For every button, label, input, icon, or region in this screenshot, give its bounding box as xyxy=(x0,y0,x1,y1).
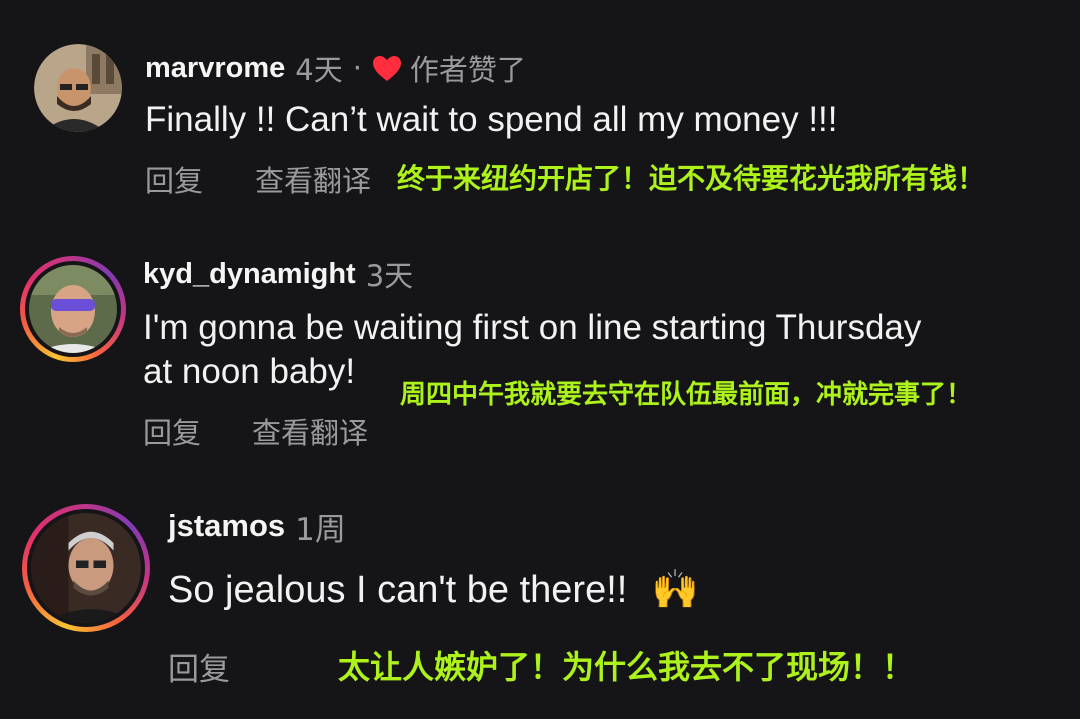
comment-text-line: I'm gonna be waiting first on line start… xyxy=(143,308,922,347)
liked-by-author-label: 作者赞了 xyxy=(409,53,526,87)
timestamp: 3天 xyxy=(365,259,414,293)
avatar[interactable] xyxy=(34,44,122,132)
timestamp: 4天 xyxy=(295,53,343,87)
story-ring xyxy=(27,509,145,627)
avatar-photo xyxy=(31,513,141,623)
username[interactable]: kyd_dynamight xyxy=(143,258,356,291)
comment-header: marvrome 4天 · 作者赞了 xyxy=(145,50,526,87)
comment-text: So jealous I can't be there!! 🙌 xyxy=(168,568,699,612)
see-translation-button[interactable]: 查看翻译 xyxy=(255,158,371,200)
overlay-translation: 太让人嫉妒了！为什么我去不了现场！！ xyxy=(338,648,915,686)
comment-text-line: Finally !! Can’t wait to spend all my mo… xyxy=(145,100,838,139)
overlay-translation: 终于来纽约开店了！迫不及待要花光我所有钱！ xyxy=(397,162,986,195)
heart-icon xyxy=(372,55,402,82)
comment-jstamos: jstamos 1周 So jealous I can't be there!!… xyxy=(0,490,1080,719)
avatar-photo xyxy=(29,265,117,353)
reply-button[interactable]: 回复 xyxy=(143,410,201,452)
story-ring xyxy=(25,261,121,357)
see-translation-button[interactable]: 查看翻译 xyxy=(252,410,368,452)
separator-dot: · xyxy=(352,51,362,85)
comment-text: Finally !! Can’t wait to spend all my mo… xyxy=(145,98,838,142)
username[interactable]: marvrome xyxy=(145,52,285,85)
comment-header: kyd_dynamight 3天 xyxy=(143,256,414,294)
reply-button[interactable]: 回复 xyxy=(168,644,230,689)
comment-kyd_dynamight: kyd_dynamight 3天 I'm gonna be waiting fi… xyxy=(0,240,1080,460)
avatar[interactable] xyxy=(22,504,150,632)
comment-text-body: So jealous I can't be there!! xyxy=(168,569,628,611)
comment-marvrome: marvrome 4天 · 作者赞了 Finally !! Can’t wait… xyxy=(0,0,1080,210)
avatar[interactable] xyxy=(20,256,126,362)
timestamp: 1周 xyxy=(295,511,346,548)
reply-button[interactable]: 回复 xyxy=(145,158,203,200)
raising-hands-icon: 🙌 xyxy=(651,569,700,611)
overlay-translation: 周四中午我就要去守在队伍最前面，冲就完事了！ xyxy=(400,380,973,410)
avatar-photo xyxy=(34,44,122,132)
username[interactable]: jstamos xyxy=(168,508,285,544)
comment-header: jstamos 1周 xyxy=(168,506,346,548)
